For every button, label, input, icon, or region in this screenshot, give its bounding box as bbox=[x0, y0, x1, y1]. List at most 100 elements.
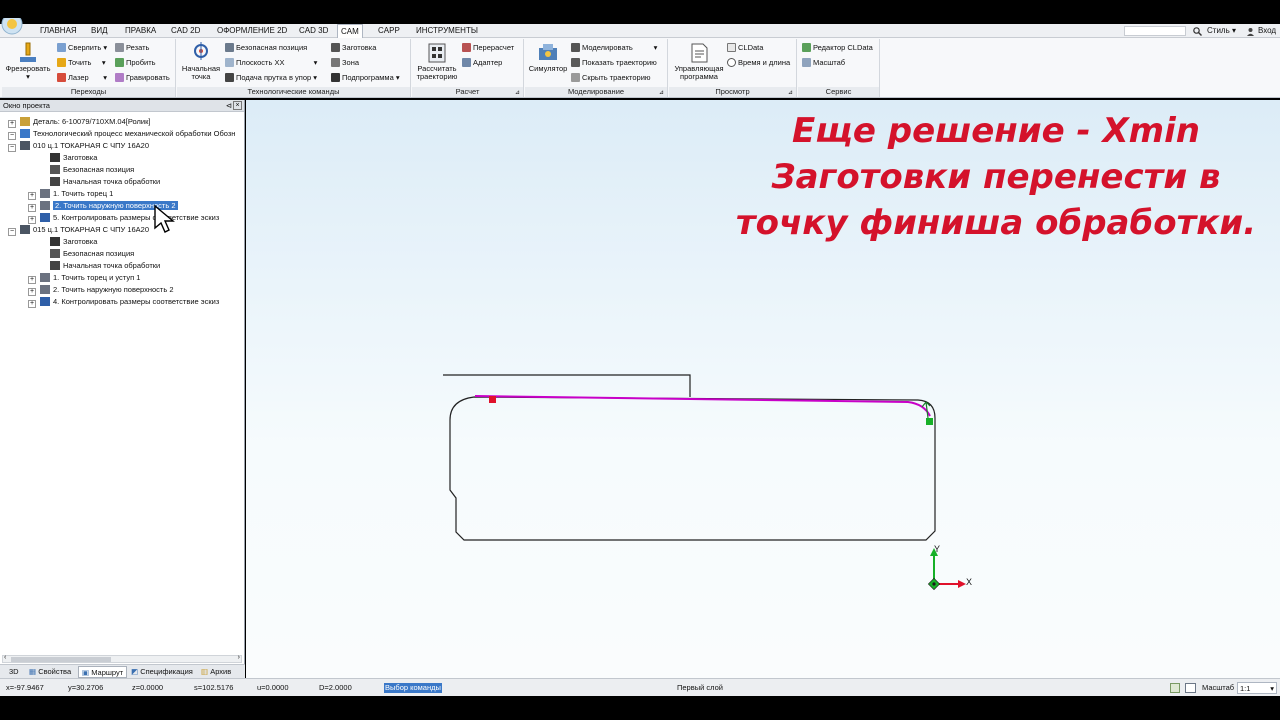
cldata-editor-button[interactable]: Редактор CLData bbox=[802, 43, 873, 53]
blank-button[interactable]: Заготовка bbox=[331, 43, 376, 53]
chevron-down-icon[interactable]: ▾ bbox=[1232, 24, 1236, 38]
status-bar: x=-97.9467 y=30.2706 z=0.0000 s=102.5176… bbox=[0, 678, 1280, 696]
tree-node[interactable]: − 010 ц.1 ТОКАРНАЯ С ЧПУ 16А20 bbox=[8, 140, 149, 152]
view-icon[interactable] bbox=[1185, 683, 1196, 693]
login-link[interactable]: Вход bbox=[1258, 24, 1276, 38]
hide-path-button[interactable]: Скрыть траекторию bbox=[571, 73, 651, 83]
tree-node[interactable]: − Технологический процесс механической об… bbox=[8, 128, 235, 140]
drill-label: Сверлить bbox=[68, 43, 102, 52]
simulate-label: Моделировать bbox=[582, 43, 633, 52]
menu-item-glavnaya[interactable]: ГЛАВНАЯ bbox=[37, 24, 80, 38]
milling-button[interactable]: Фрезеровать ▾ bbox=[4, 42, 52, 81]
tab-route[interactable]: ▣ Маршрут bbox=[78, 666, 128, 678]
tree-node[interactable]: Заготовка bbox=[50, 152, 97, 164]
recalculate-button[interactable]: Перерасчет bbox=[462, 43, 514, 53]
menu-item-cad3d[interactable]: CAD 3D bbox=[296, 24, 331, 38]
punch-button[interactable]: Пробить bbox=[115, 58, 156, 68]
style-menu[interactable]: Стиль bbox=[1207, 24, 1230, 38]
expand-group-icon[interactable]: ⊿ bbox=[515, 89, 520, 96]
tab-specification[interactable]: ◩ Спецификация bbox=[128, 666, 196, 678]
control-program-button[interactable]: Управляющая программа bbox=[671, 42, 727, 81]
simulate-button[interactable]: Моделировать ▾ bbox=[571, 43, 657, 53]
ribbon: Фрезеровать ▾ Сверлить ▾ Точить ▾ Лазер ▾… bbox=[0, 38, 1280, 98]
scroll-left-icon[interactable]: ‹ bbox=[4, 654, 6, 661]
cad-viewport[interactable]: Y X Еще решение - Xmin Заготовки перенес… bbox=[154, 100, 1280, 678]
user-icon[interactable] bbox=[1246, 27, 1255, 36]
zone-button[interactable]: Зона bbox=[331, 58, 359, 68]
simulator-button[interactable]: Симулятор bbox=[527, 42, 569, 73]
menu-item-vid[interactable]: ВИД bbox=[88, 24, 111, 38]
expand-icon[interactable]: + bbox=[28, 276, 36, 284]
lathe-icon bbox=[20, 225, 30, 234]
expand-icon[interactable]: + bbox=[28, 300, 36, 308]
collapse-icon[interactable]: − bbox=[8, 144, 16, 152]
tab-3d[interactable]: 3D bbox=[6, 666, 22, 678]
adapter-button[interactable]: Адаптер bbox=[462, 58, 502, 68]
expand-icon[interactable]: + bbox=[28, 216, 36, 224]
tree-node[interactable]: +4. Контролировать размеры соответствие … bbox=[28, 296, 219, 308]
calculate-path-button[interactable]: Рассчитать траекторию bbox=[414, 42, 460, 81]
tree-node[interactable]: Безопасная позиция bbox=[50, 248, 134, 260]
laser-button[interactable]: Лазер ▾ bbox=[57, 73, 107, 83]
scroll-right-icon[interactable]: › bbox=[238, 654, 240, 661]
expand-group-icon[interactable]: ⊿ bbox=[788, 89, 793, 96]
close-icon[interactable]: × bbox=[233, 101, 242, 110]
menu-item-cam[interactable]: CAM bbox=[337, 24, 363, 39]
tree-node[interactable]: Безопасная позиция bbox=[50, 164, 134, 176]
tree-node[interactable]: + Деталь: 6-10079/710ХМ.04[Ролик] bbox=[8, 116, 150, 128]
menu-item-oformlenie2d[interactable]: ОФОРМЛЕНИЕ 2D bbox=[214, 24, 290, 38]
app-logo-icon[interactable] bbox=[0, 18, 28, 38]
time-length-button[interactable]: Время и длина bbox=[727, 58, 790, 68]
group-label-tech: Технологические команды bbox=[177, 87, 410, 97]
status-d: D=2.0000 bbox=[319, 683, 352, 692]
expand-icon[interactable]: + bbox=[28, 204, 36, 212]
layer-icon[interactable] bbox=[1170, 683, 1180, 693]
tree-node[interactable]: +1. Точить торец и уступ 1 bbox=[28, 272, 140, 284]
safe-position-button[interactable]: Безопасная позиция bbox=[225, 43, 307, 53]
expand-group-icon[interactable]: ⊿ bbox=[659, 89, 664, 96]
show-path-button[interactable]: Показать траекторию bbox=[571, 58, 657, 68]
pin-icon[interactable]: ⊲ bbox=[226, 100, 232, 112]
start-point-icon bbox=[194, 42, 208, 60]
bar-feed-label: Подача прутка в упор bbox=[236, 73, 312, 82]
search-box[interactable] bbox=[1124, 26, 1186, 36]
tree-node[interactable]: Начальная точка обработки bbox=[50, 260, 160, 272]
status-layer[interactable]: Первый слой bbox=[677, 679, 723, 697]
scrollbar-thumb[interactable] bbox=[11, 657, 111, 662]
expand-icon[interactable]: + bbox=[8, 120, 16, 128]
tree-node[interactable]: +5. Контролировать размеры соответствие … bbox=[28, 212, 219, 224]
menu-item-pravka[interactable]: ПРАВКА bbox=[122, 24, 159, 38]
turn-button[interactable]: Точить ▾ bbox=[57, 58, 106, 68]
menu-item-instrumenty[interactable]: ИНСТРУМЕНТЫ bbox=[413, 24, 481, 38]
tree-node-label: Безопасная позиция bbox=[63, 165, 135, 174]
drill-button[interactable]: Сверлить ▾ bbox=[57, 43, 107, 53]
expand-icon[interactable]: + bbox=[28, 288, 36, 296]
tree-node[interactable]: +2. Точить наружную поверхность 2 bbox=[28, 284, 174, 296]
bar-feed-button[interactable]: Подача прутка в упор ▾ bbox=[225, 73, 317, 83]
collapse-icon[interactable]: − bbox=[8, 228, 16, 236]
scale-button[interactable]: Масштаб bbox=[802, 58, 845, 68]
chevron-down-icon[interactable]: ▾ bbox=[26, 72, 30, 81]
menu-item-cad2d[interactable]: CAD 2D bbox=[168, 24, 203, 38]
tab-archive[interactable]: ▥ Архив bbox=[198, 666, 234, 678]
search-icon[interactable] bbox=[1193, 27, 1202, 36]
collapse-icon[interactable]: − bbox=[8, 132, 16, 140]
tree-node[interactable]: Начальная точка обработки bbox=[50, 176, 160, 188]
subprogram-button[interactable]: Подпрограмма ▾ bbox=[331, 73, 400, 83]
tree-node[interactable]: +1. Точить торец 1 bbox=[28, 188, 113, 200]
engrave-button[interactable]: Гравировать bbox=[115, 73, 170, 83]
start-point-button[interactable]: Начальная точка bbox=[179, 42, 223, 81]
expand-icon[interactable]: + bbox=[28, 192, 36, 200]
plane-button[interactable]: Плоскость XX ▾ bbox=[225, 58, 317, 68]
cut-button[interactable]: Резать bbox=[115, 43, 149, 53]
horizontal-scrollbar[interactable]: ‹ › bbox=[2, 654, 242, 663]
subprogram-icon bbox=[331, 73, 340, 82]
menu-item-capp[interactable]: CAPP bbox=[375, 24, 403, 38]
cldata-button[interactable]: CLData bbox=[727, 43, 763, 53]
scale-select[interactable]: 1:1 ▾ bbox=[1237, 682, 1277, 694]
tree-node[interactable]: − 015 ц.1 ТОКАРНАЯ С ЧПУ 16А20 bbox=[8, 224, 149, 236]
tab-properties[interactable]: ▦ Свойства bbox=[26, 666, 74, 678]
route-icon: ▣ bbox=[82, 668, 90, 677]
specification-icon: ◩ bbox=[131, 667, 139, 676]
tree-node[interactable]: Заготовка bbox=[50, 236, 97, 248]
